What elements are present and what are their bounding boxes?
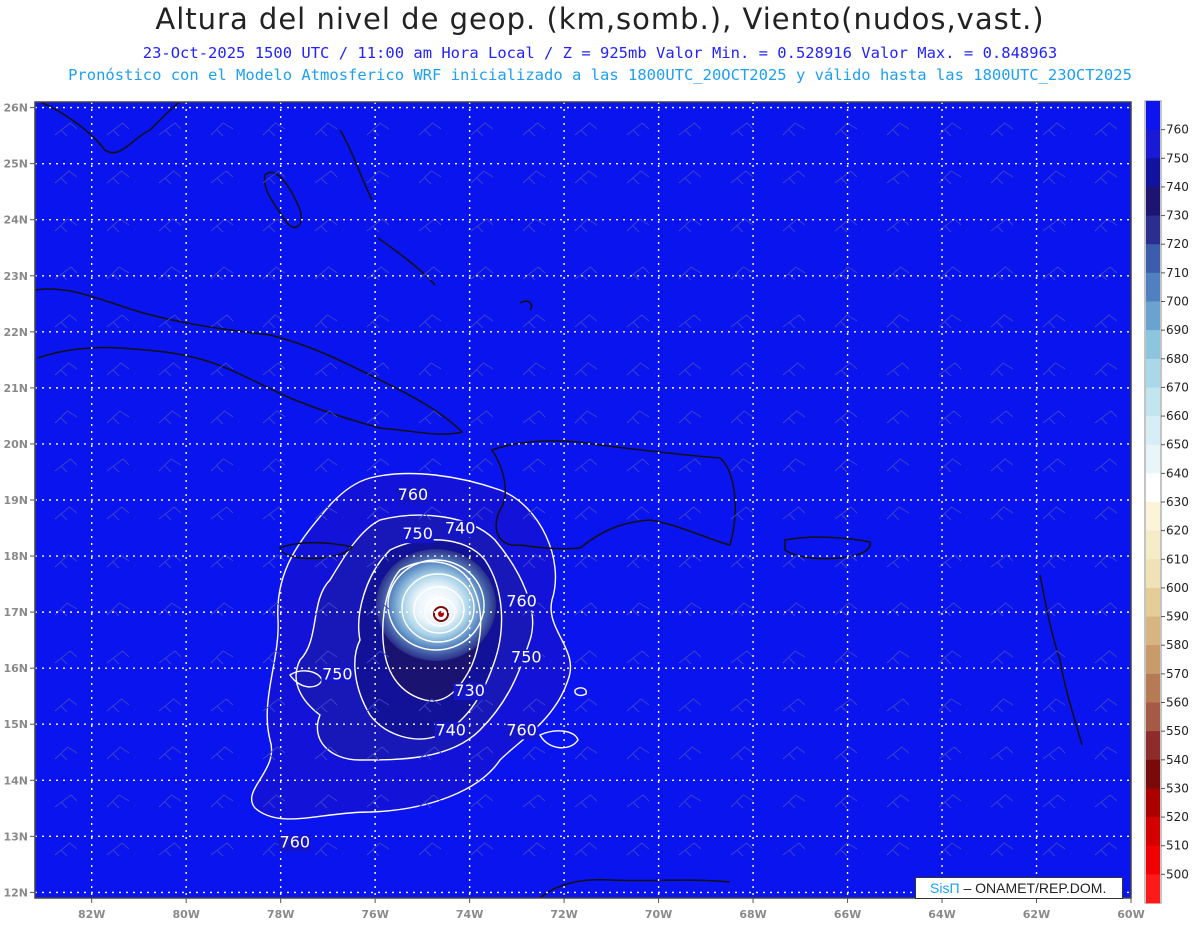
colorbar-label: 530 <box>1166 781 1189 795</box>
credit-box: SisΠ – ONAMET/REP.DOM. <box>915 877 1123 899</box>
colorbar-label: 660 <box>1166 409 1189 423</box>
lon-tick-label: 72W <box>550 908 577 921</box>
contour-label: 750 <box>402 524 433 543</box>
lat-tick-label: 20N <box>3 438 28 451</box>
contour-label: 750 <box>511 648 542 667</box>
colorbar-swatch <box>1146 502 1160 532</box>
colorbar-swatch <box>1146 387 1160 417</box>
colorbar-swatch <box>1146 416 1160 446</box>
lat-tick-label: 18N <box>3 550 28 563</box>
colorbar-label: 610 <box>1166 552 1189 566</box>
colorbar-label: 550 <box>1166 724 1189 738</box>
lat-tick-label: 21N <box>3 382 28 395</box>
colorbar-label: 620 <box>1166 524 1189 538</box>
colorbar-label: 640 <box>1166 466 1189 480</box>
colorbar-label: 730 <box>1166 209 1189 223</box>
contour-label: 740 <box>435 720 466 739</box>
lon-tick-label: 62W <box>1023 908 1050 921</box>
lat-tick-label: 13N <box>3 830 28 843</box>
map-figure: 760 750 740 760 750 750 730 740 760 760 82W 80W 78W… <box>3 100 1189 921</box>
colorbar-swatch <box>1146 587 1160 618</box>
contour-label: 730 <box>454 681 485 700</box>
contour-label: 760 <box>506 592 537 611</box>
colorbar-label: 740 <box>1166 180 1189 194</box>
lat-tick-label: 26N <box>3 102 28 115</box>
colorbar-swatch <box>1146 186 1160 217</box>
colorbar-swatch <box>1146 473 1160 503</box>
colorbar-swatch <box>1146 788 1160 818</box>
contour-label: 760 <box>280 833 311 852</box>
colorbar-swatch <box>1146 444 1160 474</box>
colorbar-label: 760 <box>1166 123 1189 137</box>
colorbar-label: 560 <box>1166 696 1189 710</box>
lat-tick-label: 16N <box>3 662 28 675</box>
colorbar-label: 750 <box>1166 151 1189 165</box>
colorbar-label: 570 <box>1166 667 1189 681</box>
lat-tick-label: 15N <box>3 718 28 731</box>
colorbar-label: 650 <box>1166 438 1189 452</box>
lat-tick-label: 17N <box>3 606 28 619</box>
lat-tick-label: 12N <box>3 886 28 899</box>
colorbar-label: 630 <box>1166 495 1189 509</box>
credit-org: – ONAMET/REP.DOM. <box>963 880 1107 896</box>
colorbar-swatch <box>1146 158 1160 188</box>
colorbar-swatch <box>1146 559 1160 589</box>
lon-tick-label: 70W <box>645 908 672 921</box>
lon-tick-label: 66W <box>834 908 861 921</box>
colorbar: 760 750 740 730 720 710 700 690 680 670 660 650 640 6… <box>1144 100 1189 904</box>
lat-tick-label: 22N <box>3 326 28 339</box>
colorbar-label: 580 <box>1166 638 1189 652</box>
lat-tick-label: 23N <box>3 270 28 283</box>
colorbar-swatch <box>1146 616 1160 646</box>
lon-tick-label: 82W <box>78 908 105 921</box>
colorbar-swatch <box>1146 272 1160 302</box>
colorbar-label: 720 <box>1166 237 1189 251</box>
lon-tick-label: 64W <box>928 908 955 921</box>
colorbar-swatch <box>1146 215 1160 245</box>
colorbar-swatch <box>1146 673 1160 703</box>
lon-tick-label: 76W <box>361 908 388 921</box>
colorbar-swatch <box>1146 759 1160 789</box>
colorbar-swatch <box>1146 845 1160 875</box>
colorbar-label: 690 <box>1166 323 1189 337</box>
lat-tick-label: 25N <box>3 158 28 171</box>
lon-tick-label: 74W <box>456 908 483 921</box>
colorbar-label: 680 <box>1166 352 1189 366</box>
colorbar-swatch <box>1146 301 1160 331</box>
contour-label: 740 <box>445 519 476 538</box>
colorbar-swatch <box>1146 358 1160 388</box>
lat-tick-label: 14N <box>3 774 28 787</box>
colorbar-swatch <box>1146 330 1160 360</box>
colorbar-label: 500 <box>1166 867 1189 881</box>
colorbar-label: 700 <box>1166 295 1189 309</box>
contour-label: 760 <box>506 720 537 739</box>
credit-brand: SisΠ <box>930 880 960 896</box>
colorbar-swatch <box>1146 244 1160 274</box>
colorbar-label: 590 <box>1166 610 1189 624</box>
lon-tick-label: 80W <box>172 908 199 921</box>
colorbar-label: 520 <box>1166 810 1189 824</box>
colorbar-label: 540 <box>1166 753 1189 767</box>
colorbar-swatch <box>1146 530 1160 560</box>
colorbar-label: 600 <box>1166 581 1189 595</box>
lon-tick-label: 78W <box>267 908 294 921</box>
lat-tick-label: 19N <box>3 494 28 507</box>
colorbar-swatch <box>1146 817 1160 847</box>
colorbar-label: 710 <box>1166 266 1189 280</box>
colorbar-swatch <box>1146 129 1160 159</box>
colorbar-label: 670 <box>1166 380 1189 394</box>
contour-label: 760 <box>398 485 429 504</box>
lon-tick-label: 68W <box>739 908 766 921</box>
colorbar-swatch <box>1146 874 1160 904</box>
lat-tick-label: 24N <box>3 214 28 227</box>
lon-tick-label: 60W <box>1117 908 1144 921</box>
colorbar-label: 510 <box>1166 839 1189 853</box>
colorbar-swatch <box>1146 731 1160 761</box>
colorbar-swatch <box>1146 702 1160 732</box>
contour-label: 750 <box>322 664 353 683</box>
colorbar-swatch <box>1146 101 1160 131</box>
colorbar-swatch <box>1146 645 1160 675</box>
